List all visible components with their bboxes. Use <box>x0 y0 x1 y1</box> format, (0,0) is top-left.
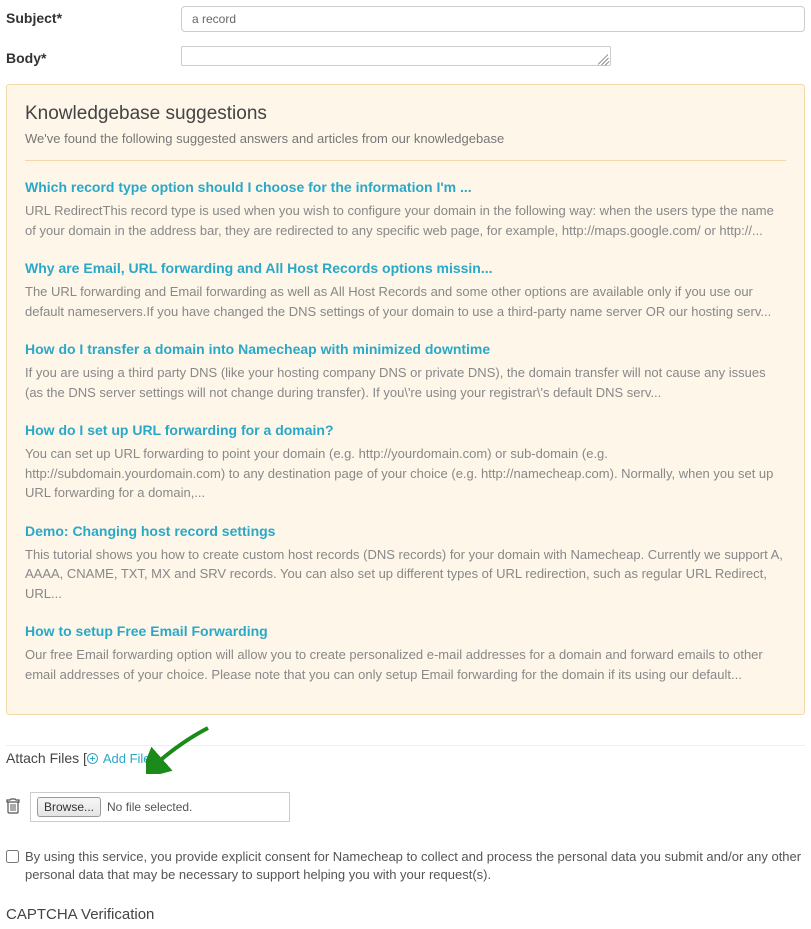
no-file-selected-text: No file selected. <box>107 800 192 814</box>
captcha-heading: CAPTCHA Verification <box>6 906 805 923</box>
add-file-link[interactable]: Add File <box>87 751 151 766</box>
attach-files-label: Attach Files [ Add File] <box>6 750 154 766</box>
kb-divider <box>25 160 786 161</box>
kb-item-link[interactable]: Demo: Changing host record settings <box>25 523 275 539</box>
kb-item-link[interactable]: How to setup Free Email Forwarding <box>25 623 268 639</box>
kb-item-link[interactable]: Why are Email, URL forwarding and All Ho… <box>25 260 493 276</box>
kb-item: How to setup Free Email Forwarding Our f… <box>25 623 786 684</box>
kb-item: Demo: Changing host record settings This… <box>25 523 786 604</box>
kb-item-desc: This tutorial shows you how to create cu… <box>25 545 786 604</box>
consent-text: By using this service, you provide expli… <box>25 848 805 884</box>
kb-item: How do I set up URL forwarding for a dom… <box>25 422 786 503</box>
kb-item: Which record type option should I choose… <box>25 179 786 240</box>
attach-files-section: Attach Files [ Add File] Browse... No fi… <box>6 745 805 822</box>
kb-item: Why are Email, URL forwarding and All Ho… <box>25 260 786 321</box>
kb-item-desc: The URL forwarding and Email forwarding … <box>25 282 786 321</box>
body-input[interactable] <box>181 46 611 66</box>
kb-subtitle: We've found the following suggested answ… <box>25 131 786 146</box>
consent-checkbox[interactable] <box>6 850 19 863</box>
kb-item-desc: Our free Email forwarding option will al… <box>25 645 786 684</box>
kb-item-link[interactable]: How do I set up URL forwarding for a dom… <box>25 422 334 438</box>
subject-input-wrap <box>181 6 805 32</box>
body-input-wrap <box>181 46 805 66</box>
kb-item-desc: URL RedirectThis record type is used whe… <box>25 201 786 240</box>
kb-title: Knowledgebase suggestions <box>25 103 786 125</box>
kb-item-link[interactable]: How do I transfer a domain into Namechea… <box>25 341 490 357</box>
body-label: Body* <box>6 46 181 66</box>
kb-item-link[interactable]: Which record type option should I choose… <box>25 179 472 195</box>
file-upload-row: Browse... No file selected. <box>6 792 805 822</box>
green-arrow-annotation-icon <box>146 724 216 774</box>
subject-row: Subject* <box>6 6 805 32</box>
kb-item: How do I transfer a domain into Namechea… <box>25 341 786 402</box>
consent-row: By using this service, you provide expli… <box>6 848 805 884</box>
knowledgebase-suggestions-box: Knowledgebase suggestions We've found th… <box>6 84 805 715</box>
file-input-box: Browse... No file selected. <box>30 792 290 822</box>
browse-button[interactable]: Browse... <box>37 797 101 817</box>
plus-circle-icon <box>87 753 98 764</box>
trash-icon[interactable] <box>6 798 20 817</box>
subject-label: Subject* <box>6 6 181 26</box>
subject-input[interactable] <box>181 6 805 32</box>
kb-item-desc: You can set up URL forwarding to point y… <box>25 444 786 503</box>
kb-item-desc: If you are using a third party DNS (like… <box>25 363 786 402</box>
body-row: Body* <box>6 46 805 66</box>
